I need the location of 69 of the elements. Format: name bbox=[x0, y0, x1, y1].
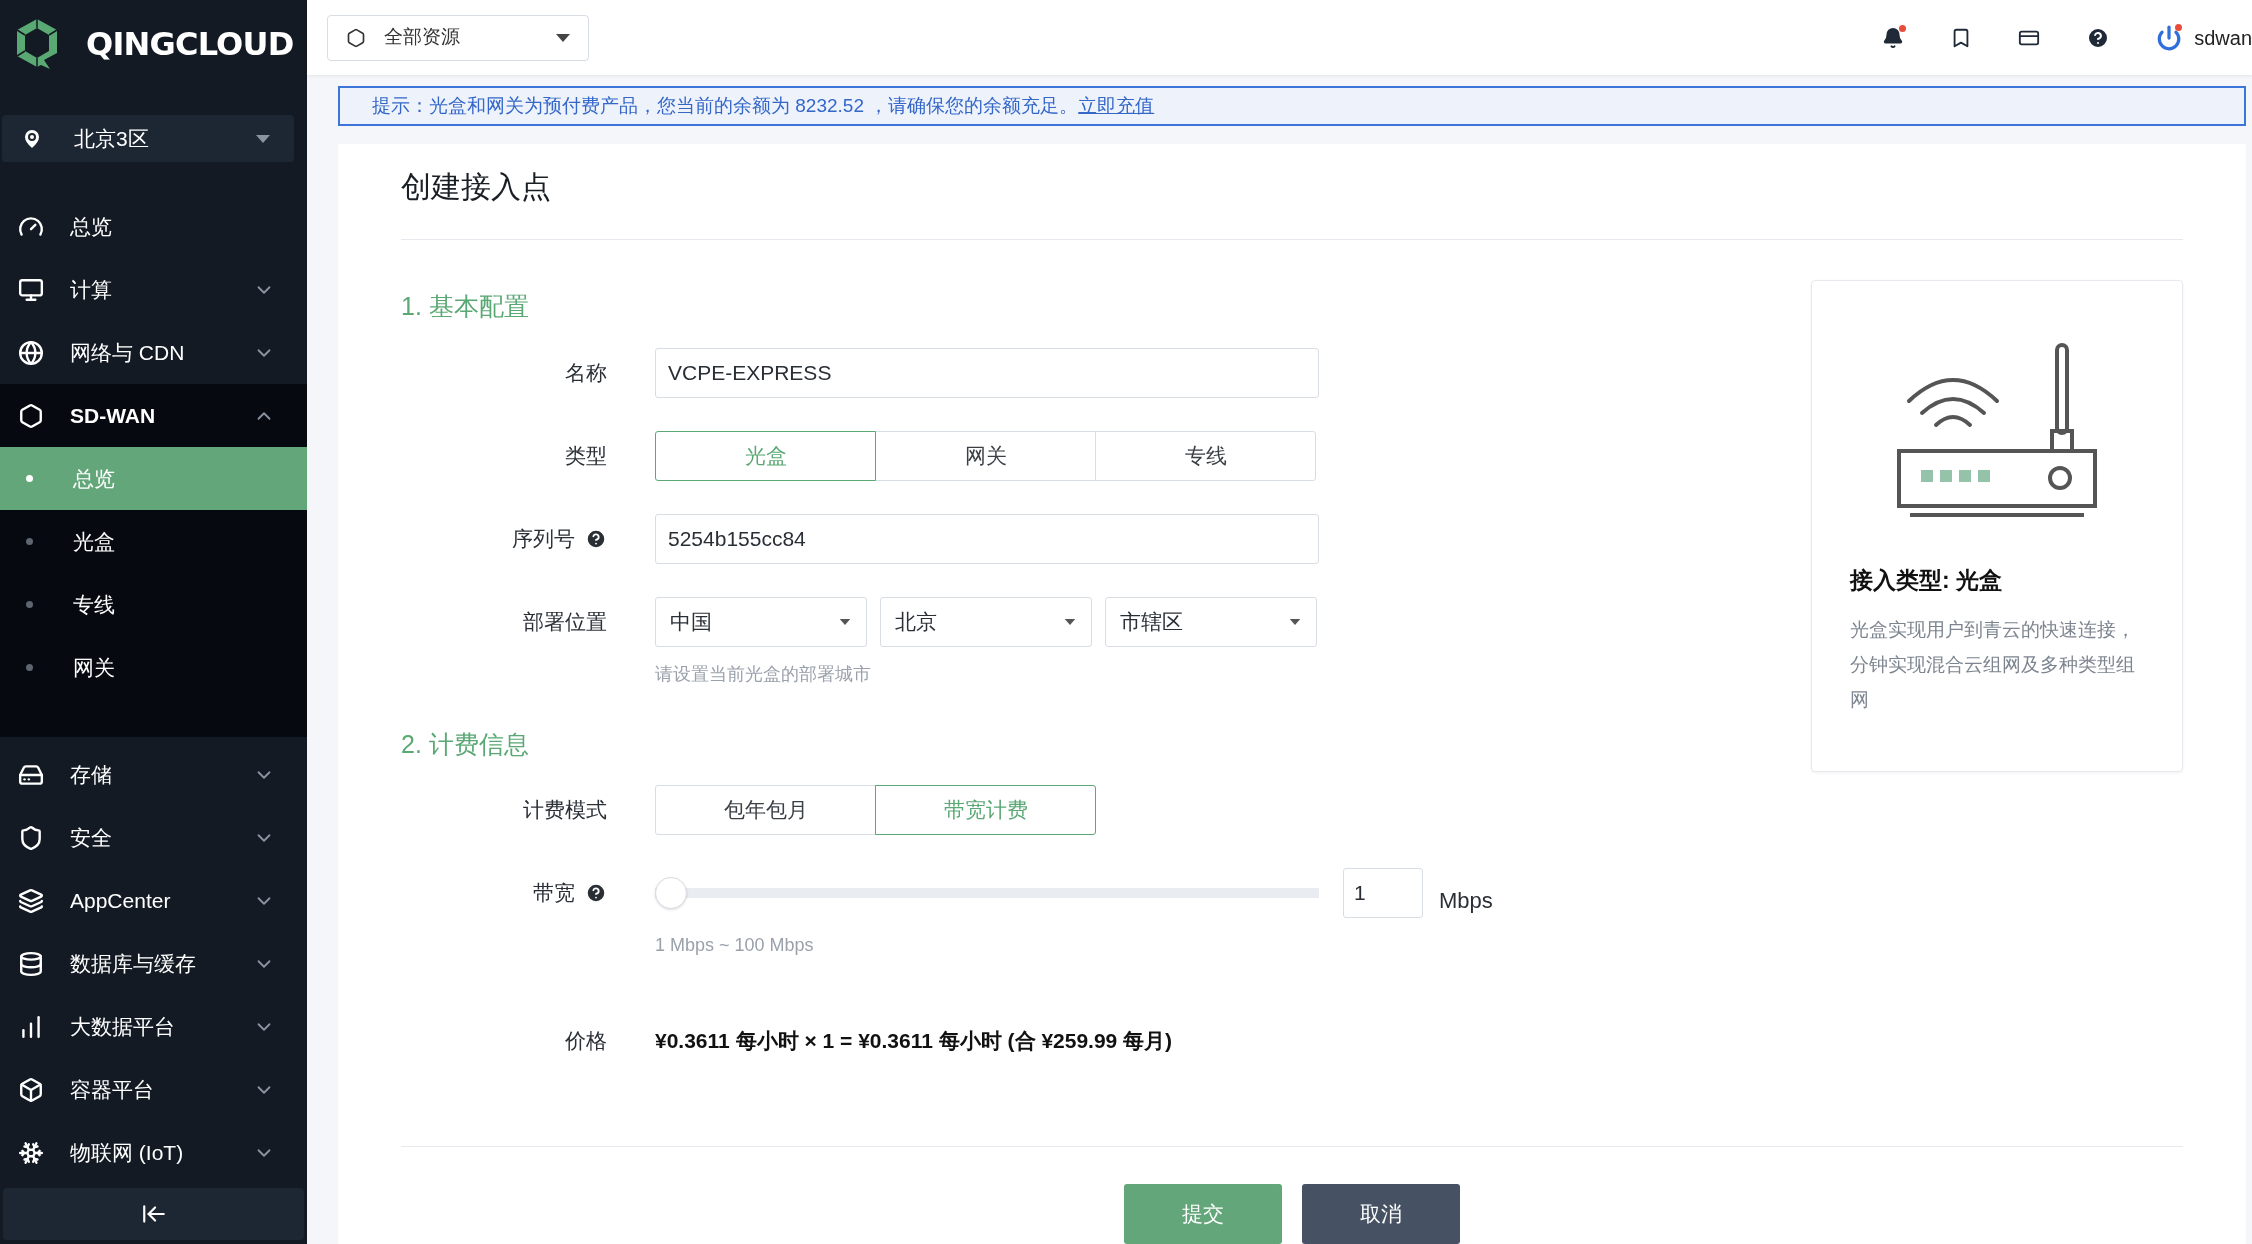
field-label: 部署位置 bbox=[523, 608, 607, 635]
caret-icon bbox=[556, 33, 570, 42]
segment-option[interactable]: 包年包月 bbox=[655, 785, 876, 835]
card-description: 光盒实现用户到青云的快速连接，分钟实现混合云组网及多种类型组网 bbox=[1850, 617, 2136, 712]
hexagon-icon bbox=[346, 27, 366, 48]
globe-icon bbox=[18, 339, 44, 366]
select-field[interactable]: 北京 bbox=[880, 596, 1092, 647]
resource-select[interactable]: 全部资源 bbox=[327, 14, 589, 61]
recharge-link[interactable]: 立即充值 bbox=[1078, 91, 1155, 121]
field-label: 类型 bbox=[565, 442, 607, 469]
field-label: 名称 bbox=[565, 359, 607, 386]
segment-option[interactable]: 专线 bbox=[1095, 430, 1316, 481]
nav-item[interactable]: 数据库与缓存 bbox=[0, 932, 307, 995]
slider-thumb[interactable] bbox=[655, 877, 687, 909]
caret-icon bbox=[256, 134, 270, 143]
bullet-icon bbox=[26, 475, 33, 482]
nav-item[interactable]: 容器平台 bbox=[0, 1058, 307, 1121]
card-title: 接入类型: 光盒 bbox=[1850, 566, 2004, 595]
nav-item[interactable]: 安全 bbox=[0, 806, 307, 869]
field-hint: 请设置当前光盒的部署城市 bbox=[655, 662, 872, 686]
field-hint: 1 Mbps ~ 100 Mbps bbox=[655, 934, 815, 957]
text-field[interactable]: 5254b155cc84 bbox=[655, 513, 1319, 564]
region-select[interactable]: 北京3区 bbox=[2, 115, 294, 162]
hexagon-icon bbox=[18, 402, 44, 429]
notice-text: 提示：光盒和网关为预付费产品，您当前的余额为 8232.52 ，请确保您的余额充足。 bbox=[372, 93, 1079, 118]
field-label: 带宽 bbox=[533, 880, 575, 907]
unit-label: Mbps bbox=[1439, 886, 1493, 915]
help-icon[interactable] bbox=[585, 882, 607, 904]
nav-item[interactable]: 计算 bbox=[0, 258, 307, 321]
text-field[interactable]: VCPE-EXPRESS bbox=[655, 347, 1319, 398]
nav-item[interactable]: 物联网 (IoT) bbox=[0, 1121, 307, 1184]
nav-item[interactable]: 存储 bbox=[0, 743, 307, 806]
nav-item[interactable]: 总览 bbox=[0, 195, 307, 258]
caret-icon bbox=[1289, 618, 1301, 625]
cancel-button[interactable]: 取消 bbox=[1302, 1184, 1460, 1244]
bullet-icon bbox=[26, 664, 33, 671]
select-field[interactable]: 市辖区 bbox=[1105, 596, 1317, 647]
nav-item[interactable]: SD-WAN bbox=[0, 384, 307, 447]
segment-option[interactable]: 网关 bbox=[875, 430, 1096, 481]
field-label: 计费模式 bbox=[523, 797, 607, 824]
monitor-icon bbox=[18, 276, 44, 303]
field-label: 价格 bbox=[565, 1028, 607, 1055]
layers-icon bbox=[18, 887, 44, 914]
brand-name: QINGCLOUD bbox=[86, 24, 294, 65]
snowflake-icon bbox=[18, 1139, 44, 1166]
nav-item[interactable]: 网络与 CDN bbox=[0, 321, 307, 384]
section-heading: 2. 计费信息 bbox=[401, 728, 530, 760]
cube-icon bbox=[18, 1076, 44, 1103]
notification-button[interactable] bbox=[1882, 26, 1905, 49]
field-label: 序列号 bbox=[512, 525, 575, 552]
hexagon-logo-icon bbox=[14, 17, 60, 71]
help-icon[interactable] bbox=[585, 527, 607, 550]
shield-icon bbox=[18, 824, 44, 851]
nav-subitem[interactable]: 网关 bbox=[0, 636, 307, 699]
database-icon bbox=[18, 950, 44, 977]
section-heading: 1. 基本配置 bbox=[401, 291, 530, 322]
caret-icon bbox=[1064, 618, 1076, 625]
nav-item[interactable]: AppCenter bbox=[0, 869, 307, 932]
nav-subitem[interactable]: 光盒 bbox=[0, 510, 307, 573]
nav-item[interactable]: 大数据平台 bbox=[0, 995, 307, 1058]
nav-subitem[interactable]: 专线 bbox=[0, 573, 307, 636]
select-field[interactable]: 中国 bbox=[655, 596, 867, 647]
price-text: ¥0.3611 每小时 × 1 = ¥0.3611 每小时 (合 ¥259.99 每月) bbox=[655, 1028, 1173, 1055]
bullet-icon bbox=[26, 601, 33, 608]
bullet-icon bbox=[26, 538, 33, 545]
caret-icon bbox=[839, 618, 851, 625]
page-title: 创建接入点 bbox=[401, 164, 2183, 240]
user-name[interactable]: sdwan bbox=[2194, 22, 2252, 53]
number-field[interactable]: 1 bbox=[1343, 868, 1423, 918]
